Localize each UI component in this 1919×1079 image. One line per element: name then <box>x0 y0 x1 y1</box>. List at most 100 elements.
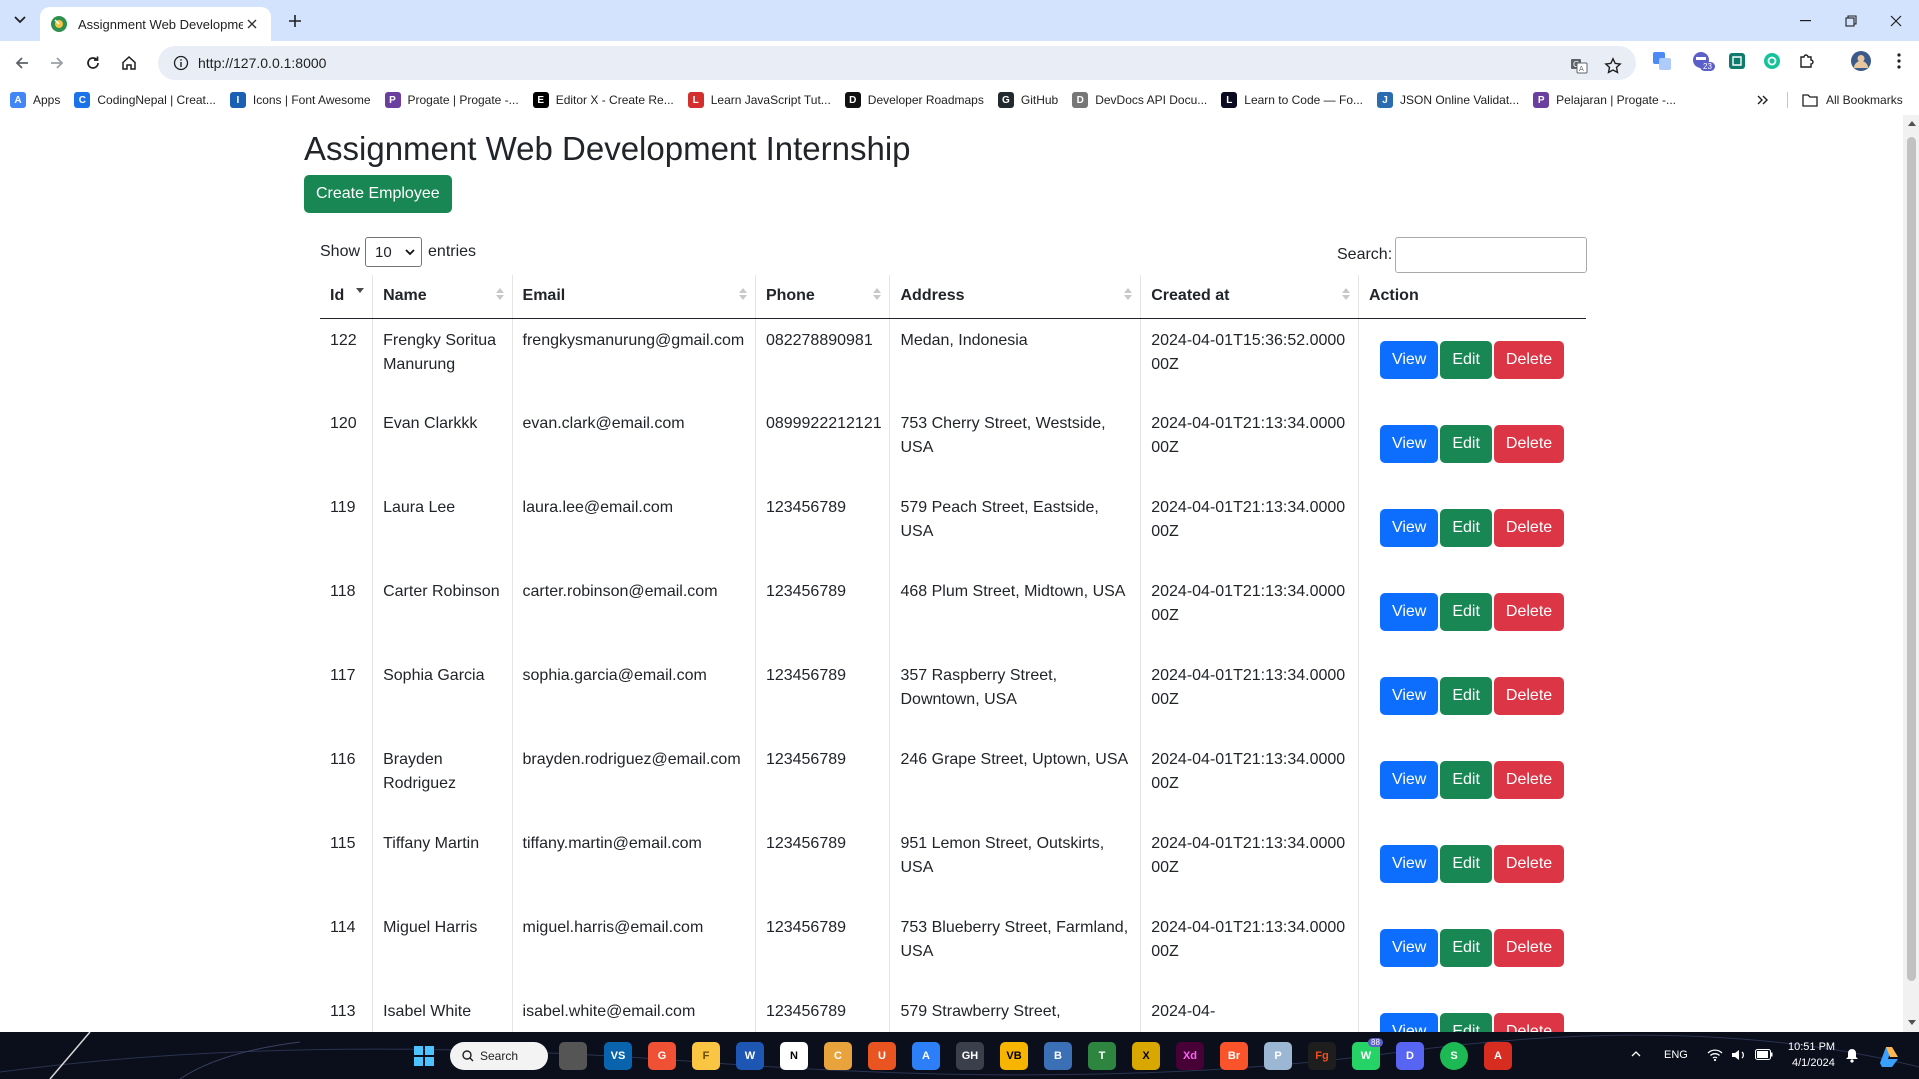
back-button[interactable] <box>8 49 36 77</box>
bookmark-item[interactable]: I Icons | Font Awesome <box>229 92 371 108</box>
scroll-up-icon[interactable] <box>1907 119 1916 128</box>
bookmark-item[interactable]: G GitHub <box>997 92 1058 108</box>
edit-button[interactable]: Edit <box>1440 845 1492 883</box>
task-view-icon[interactable] <box>559 1042 587 1070</box>
view-button[interactable]: View <box>1379 341 1439 380</box>
bookmark-item[interactable]: D Developer Roadmaps <box>844 92 984 108</box>
edit-button[interactable]: Edit <box>1440 593 1492 631</box>
profile-avatar[interactable] <box>1848 48 1874 74</box>
clock-date[interactable]: 4/1/2024 <box>1792 1057 1835 1069</box>
bookmark-star-icon[interactable] <box>1598 51 1628 81</box>
acrobat-icon[interactable]: A <box>1484 1042 1512 1070</box>
extension-translate-icon[interactable] <box>1649 48 1675 74</box>
bookmark-item[interactable]: P Progate | Progate -... <box>384 92 519 108</box>
view-button[interactable]: View <box>1379 593 1439 631</box>
column-header-phone[interactable]: Phone <box>755 275 891 319</box>
bookmark-item[interactable]: E Editor X - Create Re... <box>532 92 674 108</box>
delete-button[interactable]: Delete <box>1493 845 1565 883</box>
edit-button[interactable]: Edit <box>1440 929 1492 967</box>
wifi-icon[interactable] <box>1707 1048 1723 1062</box>
delete-button[interactable]: Delete <box>1493 677 1565 715</box>
tray-chevron-up-icon[interactable] <box>1631 1051 1641 1057</box>
edit-button[interactable]: Edit <box>1440 509 1492 547</box>
bookmark-item[interactable]: J JSON Online Validat... <box>1377 92 1519 108</box>
speaker-icon[interactable] <box>1731 1048 1747 1062</box>
notification-bell-icon[interactable] <box>1845 1048 1859 1063</box>
git-icon[interactable]: G <box>648 1042 676 1070</box>
create-employee-button[interactable]: Create Employee <box>304 175 452 213</box>
xampp-icon[interactable]: X <box>1132 1042 1160 1070</box>
word-icon[interactable]: W <box>736 1042 764 1070</box>
adobe-xd-icon[interactable]: Xd <box>1176 1042 1204 1070</box>
new-tab-button[interactable] <box>283 9 307 33</box>
virtualbox-icon[interactable]: VB <box>1000 1042 1028 1070</box>
reload-button[interactable] <box>79 49 107 77</box>
column-header-address[interactable]: Address <box>889 275 1142 319</box>
edit-button[interactable]: Edit <box>1440 677 1492 715</box>
minimize-button[interactable] <box>1782 0 1828 41</box>
all-bookmarks-button[interactable]: All Bookmarks <box>1802 85 1903 115</box>
copilot-icon[interactable] <box>1876 1043 1902 1069</box>
discord-icon[interactable]: D <box>1396 1042 1424 1070</box>
bookmark-item[interactable]: L Learn to Code — Fo... <box>1221 92 1363 108</box>
bookmark-item[interactable]: P Pelajaran | Progate -... <box>1533 92 1676 108</box>
close-window-button[interactable] <box>1873 0 1919 41</box>
tab-search-button[interactable] <box>8 8 32 32</box>
bookmark-item[interactable]: D DevDocs API Docu... <box>1072 92 1207 108</box>
extension-grammarly-icon[interactable] <box>1759 48 1785 74</box>
spotify-icon[interactable]: S <box>1440 1042 1468 1070</box>
page-scrollbar[interactable] <box>1903 115 1919 1032</box>
edit-button[interactable]: Edit <box>1440 1013 1492 1032</box>
bookmark-item[interactable]: C CodingNepal | Creat... <box>74 92 216 108</box>
delete-button[interactable]: Delete <box>1493 1013 1565 1032</box>
box-3d-icon[interactable]: B <box>1044 1042 1072 1070</box>
view-button[interactable]: View <box>1379 1013 1439 1032</box>
clock-time[interactable]: 10:51 PM <box>1788 1041 1835 1053</box>
entries-select[interactable]: 10 <box>365 237 423 267</box>
scrollbar-thumb[interactable] <box>1907 137 1916 981</box>
site-info-icon[interactable] <box>164 46 198 80</box>
view-button[interactable]: View <box>1379 425 1439 463</box>
bookmark-item[interactable]: L Learn JavaScript Tut... <box>687 92 831 108</box>
brave-icon[interactable]: Br <box>1220 1042 1248 1070</box>
restore-button[interactable] <box>1828 0 1874 41</box>
view-button[interactable]: View <box>1379 509 1439 547</box>
address-url[interactable]: http://127.0.0.1:8000 <box>198 55 326 71</box>
edit-button[interactable]: Edit <box>1440 761 1492 799</box>
delete-button[interactable]: Delete <box>1493 929 1565 967</box>
bookmarks-overflow-icon[interactable] <box>1752 90 1774 110</box>
notion-icon[interactable]: N <box>780 1042 808 1070</box>
address-bar[interactable]: http://127.0.0.1:8000 GA <box>158 46 1636 80</box>
delete-button[interactable]: Delete <box>1493 593 1565 631</box>
language-indicator[interactable]: ENG <box>1664 1049 1688 1061</box>
column-header-email[interactable]: Email <box>512 275 756 319</box>
battery-icon[interactable] <box>1755 1049 1773 1060</box>
taskbar-search[interactable]: Search <box>450 1042 548 1070</box>
figma-icon[interactable]: Fg <box>1308 1042 1336 1070</box>
view-button[interactable]: View <box>1379 677 1439 715</box>
delete-button[interactable]: Delete <box>1493 761 1565 799</box>
view-button[interactable]: View <box>1379 929 1439 967</box>
column-header-name[interactable]: Name <box>372 275 513 319</box>
azure-data-studio-icon[interactable]: A <box>912 1042 940 1070</box>
delete-button[interactable]: Delete <box>1493 341 1565 380</box>
delete-button[interactable]: Delete <box>1493 509 1565 547</box>
view-button[interactable]: View <box>1379 761 1439 799</box>
chrome-icon[interactable]: C <box>824 1042 852 1070</box>
github-desktop-icon[interactable]: GH <box>956 1042 984 1070</box>
delete-button[interactable]: Delete <box>1493 425 1565 463</box>
terminal-icon[interactable]: T <box>1088 1042 1116 1070</box>
view-button[interactable]: View <box>1379 845 1439 883</box>
home-button[interactable] <box>115 49 143 77</box>
column-header-id[interactable]: Id <box>320 275 374 319</box>
column-header-created-at[interactable]: Created at <box>1140 275 1359 319</box>
extension-teams-icon[interactable]: 23 <box>1688 48 1715 74</box>
file-explorer-icon[interactable]: F <box>692 1042 720 1070</box>
extension-cube-icon[interactable] <box>1724 48 1750 74</box>
scroll-down-icon[interactable] <box>1907 1018 1916 1027</box>
photos-icon[interactable]: P <box>1264 1042 1292 1070</box>
tab-close-icon[interactable] <box>243 15 261 33</box>
vscode-icon[interactable]: VS <box>604 1042 632 1070</box>
active-tab[interactable]: Assignment Web Development <box>40 7 271 41</box>
edit-button[interactable]: Edit <box>1440 341 1492 380</box>
